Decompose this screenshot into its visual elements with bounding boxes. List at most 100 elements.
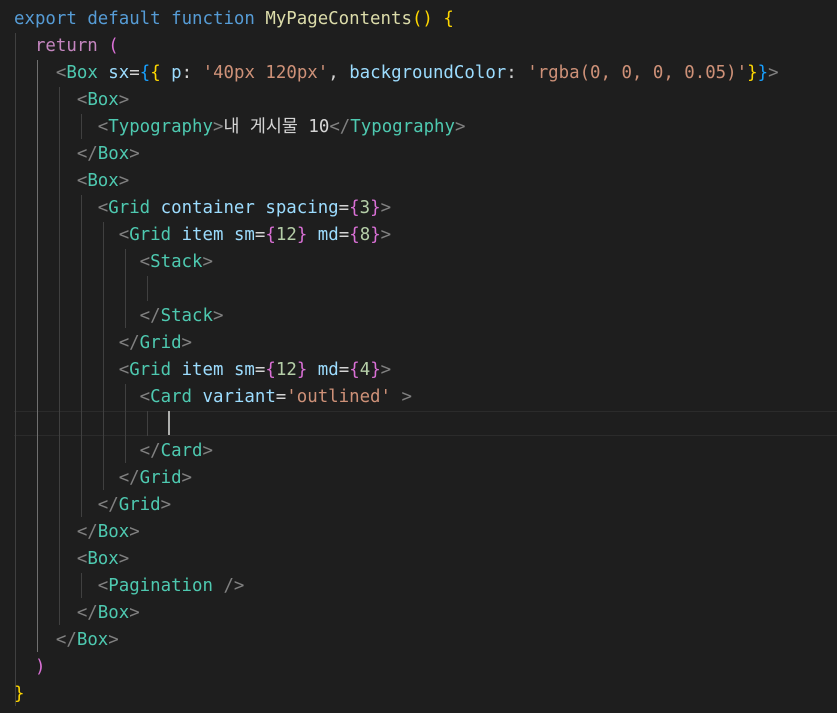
code-token: return bbox=[34, 36, 98, 56]
code-token: Grid bbox=[139, 333, 182, 353]
code-line[interactable]: <Box> bbox=[14, 168, 129, 195]
code-line[interactable]: </Grid> bbox=[14, 492, 171, 519]
code-line[interactable]: </Box> bbox=[14, 600, 140, 627]
code-line[interactable]: </Box> bbox=[14, 141, 140, 168]
code-token: < bbox=[97, 198, 109, 218]
code-token: md bbox=[317, 225, 339, 245]
code-token: < bbox=[76, 549, 88, 569]
code-token: > bbox=[212, 306, 224, 326]
code-line[interactable]: <Card variant='outlined' > bbox=[14, 384, 412, 411]
code-token: > bbox=[380, 225, 392, 245]
code-token: 내 게시물 10 bbox=[223, 117, 330, 137]
code-token: () bbox=[411, 9, 433, 29]
code-line[interactable]: </Grid> bbox=[14, 465, 192, 492]
code-token: > bbox=[118, 171, 130, 191]
code-line[interactable]: <Grid item sm={12} md={8}> bbox=[14, 222, 391, 249]
code-line[interactable]: <Pagination /> bbox=[14, 573, 245, 600]
code-line[interactable]: return ( bbox=[14, 33, 119, 60]
code-line[interactable]: </Grid> bbox=[14, 330, 192, 357]
code-token: { bbox=[139, 63, 151, 83]
code-token: > bbox=[768, 63, 779, 83]
code-token: > bbox=[202, 441, 213, 461]
code-line[interactable]: </Card> bbox=[14, 438, 213, 465]
code-token: sm bbox=[233, 360, 255, 380]
code-line[interactable]: <Stack> bbox=[14, 249, 213, 276]
code-token: { bbox=[349, 198, 360, 218]
code-line[interactable]: <Grid container spacing={3}> bbox=[14, 195, 391, 222]
code-line[interactable]: } bbox=[14, 681, 24, 708]
code-line[interactable]: <Typography>내 게시물 10</Typography> bbox=[14, 114, 466, 141]
code-line[interactable]: </Stack> bbox=[14, 303, 224, 330]
code-token: </ bbox=[55, 630, 77, 650]
code-token: item bbox=[181, 225, 224, 245]
code-token: { bbox=[349, 360, 360, 380]
code-token: = bbox=[254, 225, 266, 245]
code-line[interactable]: export default function MyPageContents()… bbox=[14, 6, 454, 33]
code-token: } bbox=[296, 225, 308, 245]
indent-guide bbox=[147, 276, 148, 301]
code-token: > bbox=[181, 468, 193, 488]
code-token: Stack bbox=[160, 306, 213, 326]
code-line[interactable]: <Box> bbox=[14, 546, 129, 573]
code-token: = bbox=[275, 387, 287, 407]
code-token: 8 bbox=[359, 225, 371, 245]
code-token: > bbox=[118, 549, 130, 569]
code-token: Card bbox=[160, 441, 203, 461]
code-token: } bbox=[14, 684, 25, 704]
text-cursor bbox=[168, 411, 170, 435]
code-token: > bbox=[401, 387, 412, 407]
code-token: < bbox=[139, 387, 151, 407]
current-line-highlight bbox=[14, 411, 837, 436]
code-token: </ bbox=[329, 117, 351, 137]
code-line[interactable]: <Box> bbox=[14, 87, 129, 114]
code-token: { bbox=[150, 63, 161, 83]
code-token: > bbox=[129, 522, 140, 542]
code-editor[interactable]: export default function MyPageContents()… bbox=[0, 0, 837, 713]
code-token: md bbox=[317, 360, 339, 380]
code-token: item bbox=[181, 360, 224, 380]
code-token: 'outlined' bbox=[286, 387, 391, 407]
code-token: > bbox=[129, 144, 140, 164]
code-token: { bbox=[443, 9, 454, 29]
code-token: > bbox=[108, 630, 119, 650]
code-token: = bbox=[129, 63, 140, 83]
code-token: = bbox=[338, 360, 350, 380]
code-token: ( bbox=[108, 36, 119, 56]
code-token: > bbox=[212, 117, 224, 137]
code-line[interactable]: ) bbox=[14, 654, 45, 681]
code-token: 4 bbox=[359, 360, 371, 380]
code-line[interactable]: <Box sx={{ p: '40px 120px', backgroundCo… bbox=[14, 60, 779, 87]
code-line[interactable]: </Box> bbox=[14, 627, 119, 654]
code-token: { bbox=[265, 225, 276, 245]
code-token: 12 bbox=[275, 225, 297, 245]
code-token: < bbox=[55, 63, 67, 83]
code-line[interactable]: </Box> bbox=[14, 519, 140, 546]
code-token: Grid bbox=[108, 198, 151, 218]
code-line[interactable]: <Grid item sm={12} md={4}> bbox=[14, 357, 391, 384]
code-token: > bbox=[202, 252, 213, 272]
code-token: spacing bbox=[265, 198, 339, 218]
code-token: /> bbox=[223, 576, 245, 596]
code-token: Grid bbox=[129, 360, 172, 380]
